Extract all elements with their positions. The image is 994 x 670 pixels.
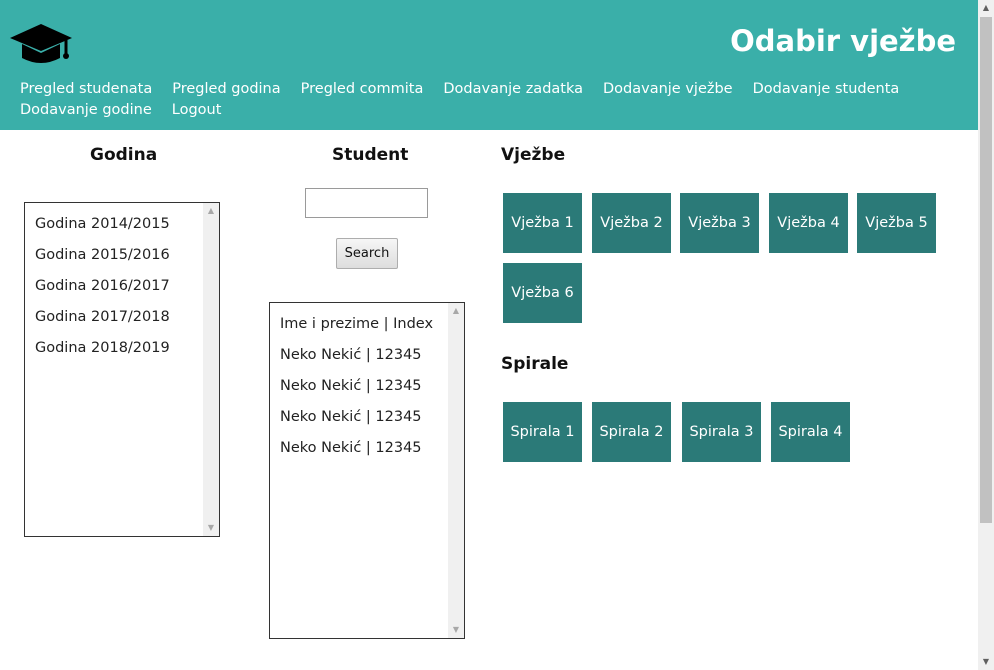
godina-list-item[interactable]: Godina 2014/2015 (35, 209, 219, 240)
search-button[interactable]: Search (336, 238, 398, 269)
godina-heading: Godina (90, 145, 158, 165)
page-scrollbar[interactable]: ▲ ▼ (978, 0, 994, 670)
godina-list-item[interactable]: Godina 2017/2018 (35, 302, 219, 333)
scroll-up-arrow-icon[interactable]: ▲ (448, 303, 464, 319)
spirale-heading: Spirale (501, 354, 569, 374)
spirala-2-button[interactable]: Spirala 2 (592, 402, 671, 462)
student-list-header[interactable]: Ime i prezime | Index (280, 309, 464, 340)
spirala-3-button[interactable]: Spirala 3 (682, 402, 761, 462)
scroll-up-arrow-icon[interactable]: ▲ (203, 203, 219, 219)
scroll-down-arrow-icon[interactable]: ▼ (448, 622, 464, 638)
godina-scrollbar[interactable]: ▲ ▼ (203, 203, 219, 536)
spirala-1-button[interactable]: Spirala 1 (503, 402, 582, 462)
nav-link-logout[interactable]: Logout (162, 100, 232, 121)
main-nav: Pregled studenata Pregled godina Pregled… (10, 79, 950, 121)
nav-link-pregled-commita[interactable]: Pregled commita (291, 79, 434, 100)
vjezba-4-button[interactable]: Vježba 4 (769, 193, 848, 253)
godina-list-item[interactable]: Godina 2016/2017 (35, 271, 219, 302)
godina-listbox[interactable]: Godina 2014/2015 Godina 2015/2016 Godina… (24, 202, 220, 537)
nav-link-dodavanje-studenta[interactable]: Dodavanje studenta (743, 79, 910, 100)
page-title: Odabir vježbe (730, 24, 956, 58)
student-list-item[interactable]: Neko Nekić | 12345 (280, 433, 464, 464)
student-search-input[interactable] (305, 188, 428, 218)
nav-link-dodavanje-vjezbe[interactable]: Dodavanje vježbe (593, 79, 743, 100)
scroll-down-arrow-icon[interactable]: ▼ (203, 520, 219, 536)
godina-list-item[interactable]: Godina 2015/2016 (35, 240, 219, 271)
page-header: Odabir vježbe Pregled studenata Pregled … (0, 0, 978, 130)
nav-link-dodavanje-godine[interactable]: Dodavanje godine (10, 100, 162, 121)
student-list-item[interactable]: Neko Nekić | 12345 (280, 340, 464, 371)
student-listbox[interactable]: Ime i prezime | Index Neko Nekić | 12345… (269, 302, 465, 639)
vjezba-1-button[interactable]: Vježba 1 (503, 193, 582, 253)
page-scrollbar-thumb[interactable] (980, 17, 992, 523)
nav-link-pregled-studenata[interactable]: Pregled studenata (10, 79, 162, 100)
nav-link-pregled-godina[interactable]: Pregled godina (162, 79, 290, 100)
vjezba-6-button[interactable]: Vježba 6 (503, 263, 582, 323)
student-heading: Student (332, 145, 409, 165)
vjezba-3-button[interactable]: Vježba 3 (680, 193, 759, 253)
scroll-up-arrow-icon[interactable]: ▲ (978, 0, 994, 16)
vjezbe-heading: Vježbe (501, 145, 566, 165)
vjezba-5-button[interactable]: Vježba 5 (857, 193, 936, 253)
graduation-cap-icon (10, 24, 72, 63)
student-scrollbar[interactable]: ▲ ▼ (448, 303, 464, 638)
student-list-item[interactable]: Neko Nekić | 12345 (280, 371, 464, 402)
scroll-down-arrow-icon[interactable]: ▼ (978, 654, 994, 670)
student-list-item[interactable]: Neko Nekić | 12345 (280, 402, 464, 433)
godina-list-item[interactable]: Godina 2018/2019 (35, 333, 219, 364)
nav-link-dodavanje-zadatka[interactable]: Dodavanje zadatka (433, 79, 593, 100)
vjezba-2-button[interactable]: Vježba 2 (592, 193, 671, 253)
spirala-4-button[interactable]: Spirala 4 (771, 402, 850, 462)
